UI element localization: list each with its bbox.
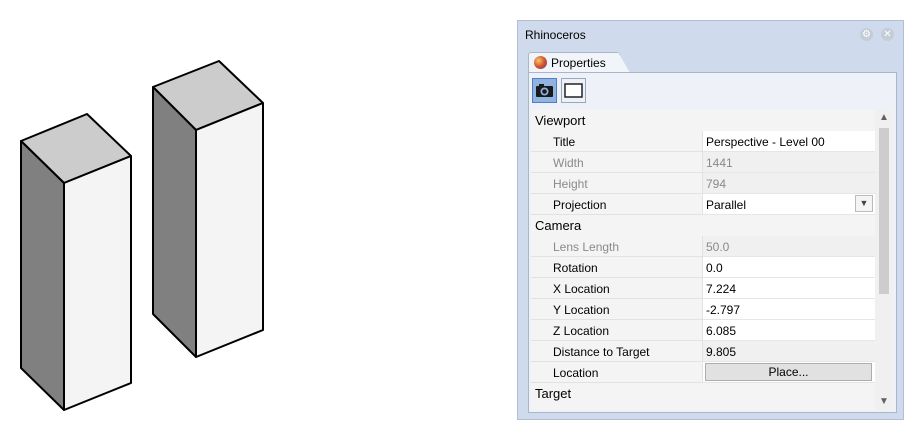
title-value[interactable]: Perspective - Level 00: [702, 131, 875, 152]
panel-title: Rhinoceros: [525, 28, 586, 42]
projection-select[interactable]: Parallel ▼: [702, 194, 875, 215]
row-distance-to-target: Distance to Target 9.805: [531, 341, 875, 362]
viewport-canvas[interactable]: [0, 0, 510, 442]
close-icon[interactable]: ✕: [881, 28, 894, 41]
height-value: 794: [702, 173, 875, 194]
row-y-location: Y Location -2.797: [531, 299, 875, 320]
rotation-label: Rotation: [531, 257, 702, 278]
rotation-value[interactable]: 0.0: [702, 257, 875, 278]
location-cell: Place...: [702, 362, 875, 383]
vertical-scrollbar[interactable]: ▲ ▼: [875, 110, 893, 410]
section-target[interactable]: Target: [531, 383, 875, 404]
row-title: Title Perspective - Level 00: [531, 131, 875, 152]
height-label: Height: [531, 173, 702, 194]
row-lens-length: Lens Length 50.0: [531, 236, 875, 257]
width-label: Width: [531, 152, 702, 173]
box-left[interactable]: [20, 113, 132, 411]
tab-properties-label: Properties: [551, 56, 606, 70]
properties-content: Viewport Title Perspective - Level 00 Wi…: [528, 72, 897, 413]
row-projection: Projection Parallel ▼: [531, 194, 875, 215]
camera-icon: [536, 84, 553, 97]
frame-mode-button[interactable]: [561, 78, 586, 103]
distance-to-target-label: Distance to Target: [531, 341, 702, 362]
scroll-up-icon[interactable]: ▲: [875, 110, 893, 126]
section-viewport-label: Viewport: [535, 113, 586, 128]
panel-titlebar[interactable]: Rhinoceros ⚙ ✕: [518, 21, 903, 49]
rhino-properties-icon: [534, 56, 547, 69]
gear-icon[interactable]: ⚙: [860, 28, 873, 41]
lens-length-value: 50.0: [702, 236, 875, 257]
box-left-left-face: [20, 140, 65, 411]
section-camera-label: Camera: [535, 218, 582, 233]
row-width: Width 1441: [531, 152, 875, 173]
frame-icon: [564, 83, 583, 98]
tab-edge: [618, 52, 630, 73]
section-viewport[interactable]: Viewport: [531, 110, 875, 131]
row-z-location: Z Location 6.085: [531, 320, 875, 341]
projection-label: Projection: [531, 194, 702, 215]
row-location: Location Place...: [531, 362, 875, 383]
location-label: Location: [531, 362, 702, 383]
projection-value: Parallel: [706, 198, 747, 212]
section-target-label: Target: [535, 386, 572, 401]
box-right[interactable]: [152, 60, 264, 358]
scroll-down-icon[interactable]: ▼: [875, 394, 893, 410]
camera-mode-button[interactable]: [532, 78, 557, 103]
row-height: Height 794: [531, 173, 875, 194]
width-value: 1441: [702, 152, 875, 173]
y-location-value[interactable]: -2.797: [702, 299, 875, 320]
box-right-right-face: [195, 102, 264, 358]
row-x-location: X Location 7.224: [531, 278, 875, 299]
lens-length-label: Lens Length: [531, 236, 702, 257]
z-location-value[interactable]: 6.085: [702, 320, 875, 341]
x-location-label: X Location: [531, 278, 702, 299]
section-camera[interactable]: Camera: [531, 215, 875, 236]
property-grid: Viewport Title Perspective - Level 00 Wi…: [531, 110, 875, 410]
z-location-label: Z Location: [531, 320, 702, 341]
x-location-value[interactable]: 7.224: [702, 278, 875, 299]
chevron-down-icon[interactable]: ▼: [855, 195, 873, 212]
row-rotation: Rotation 0.0: [531, 257, 875, 278]
title-label: Title: [531, 131, 702, 152]
y-location-label: Y Location: [531, 299, 702, 320]
distance-to-target-value[interactable]: 9.805: [702, 341, 875, 362]
box-left-right-face: [63, 155, 132, 411]
properties-panel: Rhinoceros ⚙ ✕ Properties Viewport Title…: [517, 20, 904, 420]
scroll-thumb[interactable]: [879, 128, 889, 294]
tab-properties[interactable]: Properties: [528, 52, 620, 73]
place-button[interactable]: Place...: [705, 363, 872, 381]
box-right-left-face: [152, 86, 197, 358]
